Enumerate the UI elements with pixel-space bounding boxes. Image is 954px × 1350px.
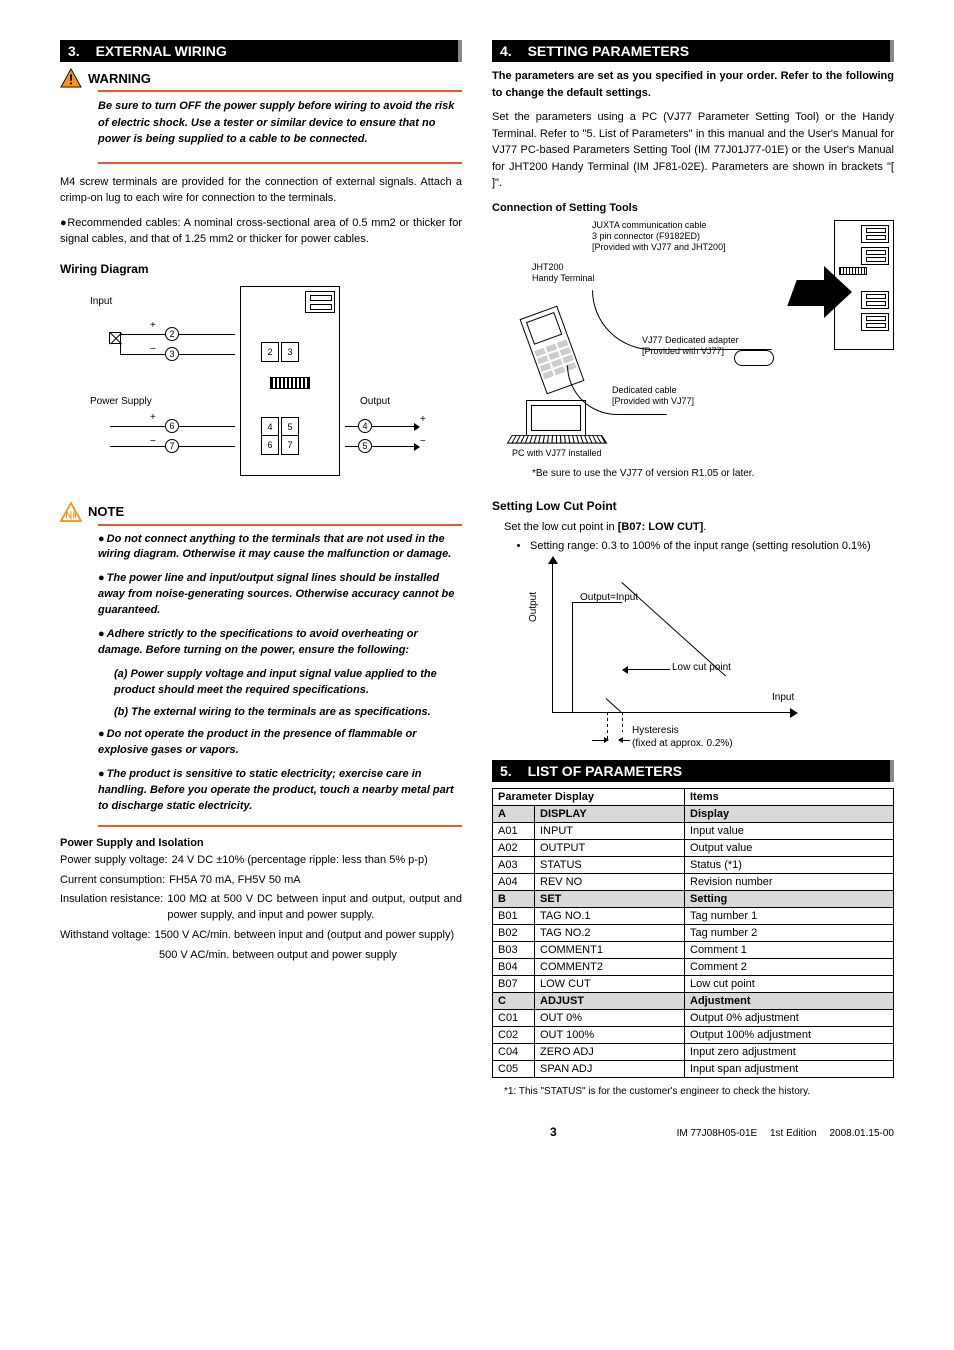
- wd-module: 2 3 46 57: [240, 286, 340, 476]
- note-item: Adhere strictly to the specifications to…: [98, 627, 462, 659]
- lowcut-bullet: Setting range: 0.3 to 100% of the input …: [530, 539, 894, 554]
- footer-edition: 1st Edition: [770, 1128, 817, 1139]
- table-row: B03COMMENT1Comment 1: [493, 942, 894, 959]
- tools-diagram: JUXTA communication cable 3 pin connecto…: [512, 220, 894, 460]
- warning-box: Be sure to turn OFF the power supply bef…: [98, 90, 462, 164]
- wiring-diagram-heading: Wiring Diagram: [60, 262, 462, 276]
- note-item: Do not operate the product in the presen…: [98, 727, 462, 759]
- table-group-row: CADJUSTAdjustment: [493, 993, 894, 1010]
- wd-top-connector: [305, 291, 335, 313]
- warning-body: Be sure to turn OFF the power supply bef…: [98, 98, 462, 148]
- note-sub-b: (b) The external wiring to the terminals…: [114, 705, 462, 721]
- table-group-row: ADISPLAYDisplay: [493, 806, 894, 823]
- footer-doc: IM 77J08H05-01E: [677, 1128, 758, 1139]
- wd-input-label: Input: [90, 296, 112, 307]
- lowcut-graph: Output Output=Input Low cut point Input …: [532, 562, 812, 752]
- m4-paragraph: M4 screw terminals are provided for the …: [60, 174, 462, 207]
- table-row: A03STATUSStatus (*1): [493, 857, 894, 874]
- sp-bold-intro: The parameters are set as you specified …: [492, 68, 894, 101]
- page-footer: 3 IM 77J08H05-01E 1st Edition 2008.01.15…: [60, 1125, 894, 1139]
- connection-heading: Connection of Setting Tools: [492, 202, 894, 214]
- table-row: C05SPAN ADJInput span adjustment: [493, 1061, 894, 1078]
- table-footnote: *1: This "STATUS" is for the customer's …: [504, 1086, 894, 1097]
- note-item: The product is sensitive to static elect…: [98, 767, 462, 815]
- section-3-title: EXTERNAL WIRING: [96, 43, 227, 59]
- table-header-display: Parameter Display: [493, 789, 685, 806]
- section-4-header: 4. SETTING PARAMETERS: [492, 40, 894, 62]
- note-item: Do not connect anything to the terminals…: [98, 532, 462, 564]
- table-header-items: Items: [685, 789, 894, 806]
- section-5-title: LIST OF PARAMETERS: [528, 763, 683, 779]
- table-row: B02TAG NO.2Tag number 2: [493, 925, 894, 942]
- warning-icon: [60, 68, 82, 88]
- table-group-row: BSETSetting: [493, 891, 894, 908]
- table-row: A02OUTPUTOutput value: [493, 840, 894, 857]
- wd-chip-icon: [270, 377, 310, 389]
- warning-title: WARNING: [88, 71, 151, 86]
- psi-heading: Power Supply and Isolation: [60, 837, 462, 849]
- sp-paragraph: Set the parameters using a PC (VJ77 Para…: [492, 109, 894, 192]
- psi-withstand-2: 500 V AC/min. between output and power s…: [60, 948, 462, 964]
- left-column: 3. EXTERNAL WIRING WARNING Be sure to tu…: [60, 40, 462, 1097]
- section-5-header: 5. LIST OF PARAMETERS: [492, 760, 894, 782]
- section-4-num: 4.: [500, 43, 512, 59]
- section-4-title: SETTING PARAMETERS: [528, 43, 690, 59]
- right-column: 4. SETTING PARAMETERS The parameters are…: [492, 40, 894, 1097]
- note-icon: [60, 502, 82, 522]
- table-row: B07LOW CUTLow cut point: [493, 976, 894, 993]
- psi-current: Current consumption: FH5A 70 mA, FH5V 50…: [60, 873, 462, 889]
- table-row: C02OUT 100%Output 100% adjustment: [493, 1027, 894, 1044]
- note-item: The power line and input/output signal l…: [98, 571, 462, 619]
- lowcut-heading: Setting Low Cut Point: [492, 499, 894, 513]
- td-version-note: *Be sure to use the VJ77 of version R1.0…: [532, 468, 894, 479]
- wiring-diagram: 2 3 46 57 Input + 2 − 3 Power Supply: [90, 286, 462, 486]
- parameters-table: Parameter Display Items ADISPLAYDisplayA…: [492, 788, 894, 1078]
- psi-voltage: Power supply voltage: 24 V DC ±10% (perc…: [60, 853, 462, 869]
- section-3-header: 3. EXTERNAL WIRING: [60, 40, 462, 62]
- note-sub-a: (a) Power supply voltage and input signa…: [114, 667, 462, 699]
- note-list: Do not connect anything to the terminals…: [98, 532, 462, 660]
- lowcut-set-line: Set the low cut point in [B07: LOW CUT].: [504, 519, 894, 536]
- note-header: NOTE: [60, 502, 462, 522]
- psi-insulation: Insulation resistance: 100 MΩ at 500 V D…: [60, 892, 462, 924]
- td-adapter-icon: [734, 350, 774, 366]
- table-row: A04REV NORevision number: [493, 874, 894, 891]
- table-row: A01INPUTInput value: [493, 823, 894, 840]
- cables-paragraph: ●Recommended cables: A nominal cross-sec…: [60, 215, 462, 248]
- note-list-2: Do not operate the product in the presen…: [98, 727, 462, 815]
- section-5-num: 5.: [500, 763, 512, 779]
- wd-power-label: Power Supply: [90, 396, 152, 407]
- wd-output-label: Output: [360, 396, 390, 407]
- table-row: B04COMMENT2Comment 2: [493, 959, 894, 976]
- psi-withstand: Withstand voltage: 1500 V AC/min. betwee…: [60, 928, 462, 944]
- table-row: C04ZERO ADJInput zero adjustment: [493, 1044, 894, 1061]
- warning-header: WARNING: [60, 68, 462, 88]
- table-row: B01TAG NO.1Tag number 1: [493, 908, 894, 925]
- note-title: NOTE: [88, 504, 124, 519]
- footer-date: 2008.01.15-00: [829, 1128, 894, 1139]
- td-laptop-icon: [512, 400, 602, 440]
- section-3-num: 3.: [68, 43, 80, 59]
- page-number: 3: [550, 1125, 557, 1139]
- table-row: C01OUT 0%Output 0% adjustment: [493, 1010, 894, 1027]
